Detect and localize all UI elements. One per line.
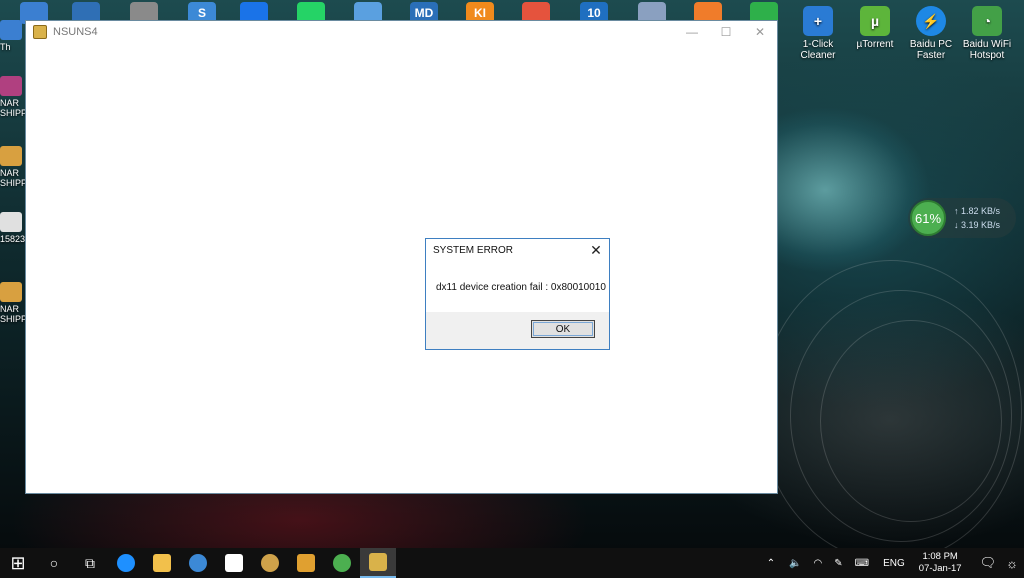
desktop-icon-label: Baidu PC Faster [909,39,953,61]
folder-icon [0,282,22,302]
taskbar-app-file-explorer[interactable] [144,548,180,578]
upload-arrow-icon: ↑ [954,206,959,216]
error-dialog: SYSTEM ERROR ✕ dx11 device creation fail… [425,238,610,350]
downloader-icon [333,554,351,572]
dialog-title: SYSTEM ERROR [433,244,514,256]
file-explorer-icon [153,554,171,572]
download-arrow-icon: ↓ [954,220,959,230]
dialog-message: dx11 device creation fail : 0x80010010 [436,282,606,293]
clock[interactable]: 1:08 PM 07-Jan-17 [919,551,962,575]
taskbar-app-downloader[interactable] [324,548,360,578]
language-indicator[interactable]: ENG [883,558,905,569]
action-center-icon[interactable]: 🗨 [980,555,997,571]
desktop-left-icon[interactable]: NAR SHIPP [0,76,28,118]
taskbar-app-nsuns4[interactable] [360,548,396,578]
clock-date: 07-Jan-17 [918,563,962,574]
taskbar-app-store[interactable] [216,548,252,578]
tool-icon [297,554,315,572]
wifi-icon[interactable]: ◠ [814,558,823,569]
volume-icon[interactable]: 🔈 [789,558,801,569]
taskbar-app-edge[interactable] [108,548,144,578]
taskbar-app-paint[interactable] [252,548,288,578]
clock-time: 1:08 PM [922,551,958,562]
desktop-icon-label: NAR SHIPP [0,168,28,188]
wallpaper-swirl [820,320,1002,522]
desktop-icon-baidu-pc-faster[interactable]: ⚡ Baidu PC Faster [901,6,961,61]
dialog-footer: OK [426,312,609,349]
desktop-icon-utorrent[interactable]: µ µTorrent [845,6,905,50]
folder-icon [0,146,22,166]
cleaner-icon: + [803,6,833,36]
upload-speed: 1.82 KB/s [961,206,1001,216]
window-titlebar[interactable]: NSUNS4 — ☐ ✕ [26,21,777,43]
desktop-icon-label: µTorrent [856,39,894,50]
nsuns4-icon [369,553,387,571]
window-title: NSUNS4 [53,26,98,38]
dialog-close-button[interactable]: ✕ [583,239,609,261]
desktop-icon-label: 15823 [0,234,26,244]
archive-icon [0,76,22,96]
taskbar: ⊞ ○ ⧉ ⌃ 🔈 ◠ ✎ ⌨ ENG 1:08 PM 07-Jan-17 🗨 … [0,548,1024,578]
download-speed: 3.19 KB/s [961,220,1001,230]
store-icon [225,554,243,572]
desktop-icon-baidu-wifi-hotspot[interactable]: ◔ Baidu WiFi Hotspot [957,6,1017,61]
desktop-left-icon[interactable]: NAR SHIPP [0,146,28,188]
dialog-titlebar[interactable]: SYSTEM ERROR ✕ [426,239,609,261]
desktop-icon-label: Baidu WiFi Hotspot [962,39,1012,61]
taskbar-app-tool[interactable] [288,548,324,578]
system-tray: ⌃ 🔈 ◠ ✎ ⌨ ENG 1:08 PM 07-Jan-17 🗨 ☼ [759,548,1024,578]
desktop-left-icon[interactable]: 15823 [0,212,28,244]
close-button[interactable]: ✕ [743,21,777,43]
browser-icon [189,554,207,572]
nsuns4-icon [33,25,47,39]
utorrent-icon: µ [860,6,890,36]
desktop-icon-label: Th [0,42,11,52]
desktop-left-icon[interactable]: Th [0,20,28,52]
edge-icon [117,554,135,572]
search-button[interactable]: ○ [36,548,72,578]
start-button[interactable]: ⊞ [0,548,36,578]
ok-button[interactable]: OK [531,320,595,338]
desktop-icon-label: NAR SHIPP [0,98,28,118]
network-speed-widget[interactable]: 61% ↑ 1.82 KB/s ↓ 3.19 KB/s [908,198,1016,238]
desktop-icon-1-click-cleaner[interactable]: + 1-Click Cleaner [788,6,848,61]
maximize-button[interactable]: ☐ [709,21,743,43]
document-icon [0,212,22,232]
task-view-button[interactable]: ⧉ [72,548,108,578]
taskbar-app-browser[interactable] [180,548,216,578]
desktop-icon-label: NAR SHIPP [0,304,28,324]
wifi-hotspot-icon: ◔ [972,6,1002,36]
app-window: NSUNS4 — ☐ ✕ [25,20,778,494]
desktop-left-icon[interactable]: NAR SHIPP [0,282,28,324]
pen-icon[interactable]: ✎ [834,558,842,569]
desktop-icon-label: 1-Click Cleaner [800,39,836,61]
file-icon [0,20,22,40]
minimize-button[interactable]: — [675,21,709,43]
baidu-pc-faster-icon: ⚡ [916,6,946,36]
brightness-icon[interactable]: ☼ [1006,556,1018,571]
usage-percent: 61% [910,200,946,236]
paint-icon [261,554,279,572]
keyboard-icon[interactable]: ⌨ [855,558,869,569]
show-hidden-icons-icon[interactable]: ⌃ [767,558,775,569]
